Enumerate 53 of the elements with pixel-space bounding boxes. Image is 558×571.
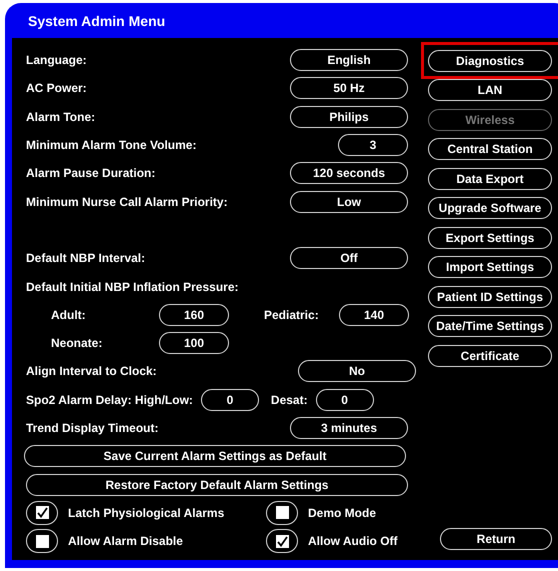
setting-label: Minimum Alarm Tone Volume: [26, 138, 196, 152]
setting-label: Trend Display Timeout: [26, 421, 158, 435]
value-button[interactable]: Low [290, 190, 408, 213]
check-icon [276, 536, 288, 547]
check-icon [36, 507, 48, 518]
value-button[interactable]: No [298, 360, 416, 382]
menu-button[interactable]: Import Settings [428, 256, 552, 278]
return-button[interactable]: Return [440, 528, 552, 550]
value-button[interactable]: 140 [339, 304, 409, 326]
setting-label: Alarm Pause Duration: [26, 166, 156, 180]
checkbox-label: Allow Alarm Disable [68, 534, 183, 548]
setting-label: AC Power: [26, 81, 87, 96]
setting-label: Align Interval to Clock: [26, 364, 157, 378]
menu-button[interactable]: Patient ID Settings [428, 286, 552, 308]
setting-label: Alarm Tone: [26, 110, 96, 124]
setting-label: Pediatric: [264, 308, 319, 322]
menu-button[interactable]: Certificate [428, 344, 552, 367]
menu-button[interactable]: Diagnostics [428, 50, 552, 72]
setting-label: Spo2 Alarm Delay: High/Low: [26, 392, 193, 407]
menu-button[interactable]: Data Export [428, 168, 552, 190]
value-button[interactable]: English [290, 49, 408, 72]
menu-button[interactable]: LAN [428, 79, 552, 102]
menu-button[interactable]: Upgrade Software [428, 197, 552, 220]
checkbox-label: Latch Physiological Alarms [68, 506, 224, 520]
setting-label: Default Initial NBP Inflation Pressure: [26, 280, 238, 294]
value-button[interactable]: 0 [316, 388, 374, 411]
value-button[interactable]: 100 [159, 332, 229, 354]
menu-button[interactable]: Central Station [428, 138, 552, 160]
setting-label: Language: [26, 53, 87, 68]
value-button[interactable]: Philips [290, 106, 408, 128]
action-button[interactable]: Restore Factory Default Alarm Settings [26, 474, 408, 496]
checkbox-label: Demo Mode [308, 506, 376, 520]
setting-label: Desat: [270, 392, 308, 407]
value-button[interactable]: 120 seconds [290, 162, 408, 184]
setting-label: Adult: [51, 308, 86, 322]
menu-button[interactable]: Export Settings [428, 226, 552, 249]
value-button[interactable]: 0 [200, 388, 259, 411]
value-button[interactable]: 3 minutes [290, 417, 408, 439]
checkbox[interactable] [266, 500, 298, 525]
value-button[interactable]: Off [290, 247, 408, 270]
action-button[interactable]: Save Current Alarm Settings as Default [24, 445, 406, 468]
checkbox[interactable] [26, 500, 58, 525]
setting-label: Minimum Nurse Call Alarm Priority: [26, 194, 228, 209]
value-button[interactable]: 3 [338, 134, 408, 156]
menu-button[interactable]: Date/Time Settings [428, 315, 552, 338]
setting-label: Default NBP Interval: [26, 251, 146, 266]
checkbox[interactable] [26, 529, 58, 554]
window-title: System Admin Menu [28, 12, 166, 28]
checkbox[interactable] [266, 529, 298, 554]
checkbox-label: Allow Audio Off [308, 534, 398, 548]
value-button[interactable]: 160 [159, 304, 229, 326]
value-button[interactable]: 50 Hz [290, 77, 408, 100]
setting-label: Neonate: [51, 336, 102, 350]
